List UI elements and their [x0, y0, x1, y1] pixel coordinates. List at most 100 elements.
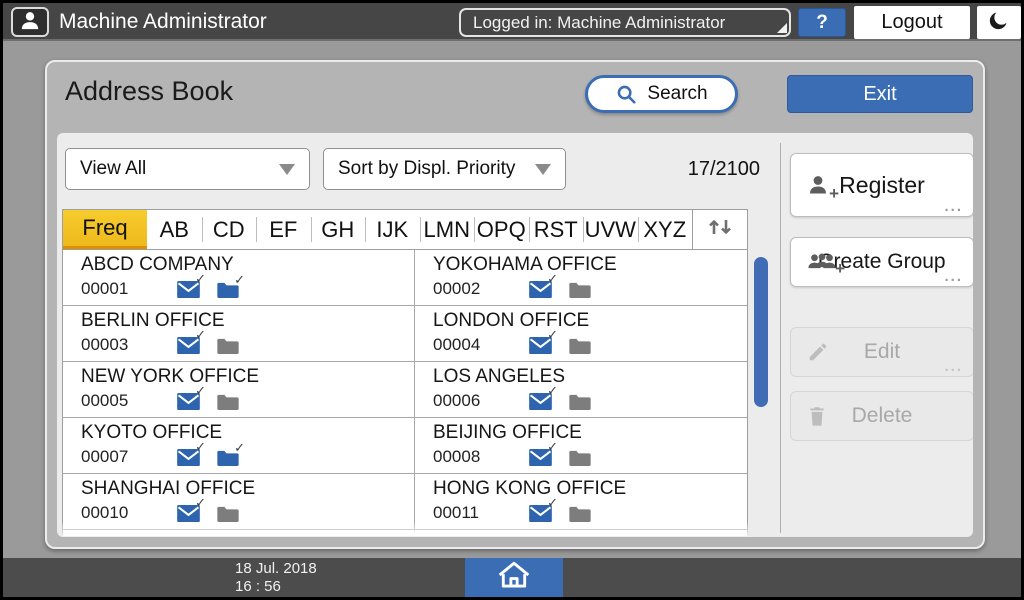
time-text: 16 : 56: [235, 578, 317, 596]
divider: [780, 143, 781, 533]
date-text: 18 Jul. 2018: [235, 560, 317, 578]
search-icon: [615, 83, 637, 105]
address-book-panel: Address Book Search Exit View All Sort b…: [45, 60, 985, 549]
tab-xyz[interactable]: XYZ: [638, 210, 693, 249]
email-icon: ✓: [529, 337, 552, 354]
tab-ijk[interactable]: IJK: [365, 210, 420, 249]
folder-icon: ✓: [217, 282, 239, 298]
user-icon: [19, 10, 41, 35]
email-icon: ✓: [529, 393, 552, 410]
home-button[interactable]: [465, 558, 563, 597]
login-status-label: Logged in: Machine Administrator: [473, 13, 725, 32]
view-filter-dropdown[interactable]: View All: [65, 148, 310, 190]
login-status-selector[interactable]: Logged in: Machine Administrator: [459, 8, 791, 37]
chevron-down-icon: [279, 164, 295, 175]
energy-saver-button[interactable]: [977, 6, 1021, 39]
dropdown-corner-icon: [777, 23, 787, 33]
scrollbar-thumb[interactable]: [754, 257, 768, 407]
tab-cd[interactable]: CD: [202, 210, 257, 249]
trash-icon: [807, 405, 827, 427]
tab-gh[interactable]: GH: [311, 210, 366, 249]
add-user-icon: +: [807, 173, 831, 197]
address-list: ABCD COMPANY 00001 ✓ ✓ YOKOHAMA OFFICE: [62, 249, 748, 537]
list-row: BERLIN OFFICE 00003 ✓ ✓ LONDON OFFICE: [63, 306, 747, 362]
page-title: Machine Administrator: [59, 10, 267, 34]
folder-icon: ✓: [217, 338, 239, 354]
search-button[interactable]: Search: [585, 75, 738, 113]
email-icon: ✓: [529, 449, 552, 466]
email-icon: ✓: [177, 449, 200, 466]
list-row: NEW YORK OFFICE 00005 ✓ ✓ LOS ANGELES: [63, 362, 747, 418]
entry-count: 17/2100: [612, 158, 760, 181]
create-group-button[interactable]: + Create Group ...: [790, 237, 973, 287]
scrollbar-track[interactable]: [752, 251, 772, 535]
tab-opq[interactable]: OPQ: [474, 210, 529, 249]
top-bar: Machine Administrator Logged in: Machine…: [3, 3, 1021, 41]
panel-title: Address Book: [65, 76, 233, 107]
register-button[interactable]: + Register ...: [790, 153, 973, 217]
list-row-partial: Branch 01 ... Branch 02 ...: [63, 530, 747, 537]
address-entry[interactable]: ABCD COMPANY 00001 ✓ ✓: [63, 250, 415, 305]
email-icon: ✓: [529, 281, 552, 298]
email-icon: ✓: [177, 281, 200, 298]
address-entry[interactable]: YOKOHAMA OFFICE 00002 ✓ ✓: [415, 250, 747, 305]
exit-button[interactable]: Exit: [787, 75, 973, 113]
more-indicator: ...: [944, 268, 963, 285]
address-entry[interactable]: SHANGHAI OFFICE 00010 ✓ ✓: [63, 474, 415, 529]
sort-order-dropdown[interactable]: Sort by Displ. Priority: [323, 148, 566, 190]
panel-content: View All Sort by Displ. Priority 17/2100…: [57, 133, 973, 537]
tab-rst[interactable]: RST: [529, 210, 584, 249]
folder-icon: ✓: [217, 506, 239, 522]
logout-button[interactable]: Logout: [854, 6, 970, 39]
folder-icon: ✓: [569, 506, 591, 522]
delete-label: Delete: [852, 404, 913, 428]
address-entry[interactable]: Branch 02 ...: [415, 530, 747, 537]
add-group-icon: +: [807, 252, 837, 272]
address-entry[interactable]: BEIJING OFFICE 00008 ✓ ✓: [415, 418, 747, 473]
chevron-down-icon: [535, 164, 551, 175]
email-icon: ✓: [177, 505, 200, 522]
search-label: Search: [647, 83, 707, 105]
more-indicator: ...: [944, 358, 963, 375]
switch-title-button[interactable]: [692, 210, 747, 249]
moon-icon: [988, 9, 1010, 36]
tab-ef[interactable]: EF: [256, 210, 311, 249]
folder-icon: ✓: [569, 282, 591, 298]
delete-button[interactable]: Delete: [790, 391, 973, 441]
address-entry[interactable]: LONDON OFFICE 00004 ✓ ✓: [415, 306, 747, 361]
email-icon: ✓: [177, 337, 200, 354]
address-entry[interactable]: NEW YORK OFFICE 00005 ✓ ✓: [63, 362, 415, 417]
more-indicator: ...: [944, 198, 963, 215]
folder-icon: ✓: [569, 394, 591, 410]
address-entry[interactable]: HONG KONG OFFICE 00011 ✓ ✓: [415, 474, 747, 529]
edit-label: Edit: [864, 340, 900, 364]
address-entry[interactable]: LOS ANGELES 00006 ✓ ✓: [415, 362, 747, 417]
user-account-button[interactable]: [11, 7, 49, 37]
address-entry[interactable]: Branch 01 ...: [63, 530, 415, 537]
folder-icon: ✓: [569, 338, 591, 354]
tab-freq[interactable]: Freq: [63, 210, 147, 249]
tab-ab[interactable]: AB: [147, 210, 202, 249]
tab-uvw[interactable]: UVW: [583, 210, 638, 249]
datetime: 18 Jul. 2018 16 : 56: [235, 560, 317, 596]
index-tab-bar: Freq AB CD EF GH IJK LMN OPQ RST UVW XYZ: [62, 209, 748, 249]
swap-arrows-icon: [707, 216, 733, 243]
home-icon: [497, 560, 531, 595]
edit-button[interactable]: Edit ...: [790, 327, 973, 377]
view-filter-value: View All: [80, 158, 146, 180]
list-row: KYOTO OFFICE 00007 ✓ ✓ BEIJING OFFICE: [63, 418, 747, 474]
help-button[interactable]: ?: [798, 8, 846, 37]
folder-icon: ✓: [217, 450, 239, 466]
list-row: SHANGHAI OFFICE 00010 ✓ ✓ HONG KONG OFFI…: [63, 474, 747, 530]
device-screen: Machine Administrator Logged in: Machine…: [0, 0, 1024, 600]
register-label: Register: [839, 172, 925, 199]
sort-order-value: Sort by Displ. Priority: [338, 158, 515, 180]
folder-icon: ✓: [569, 450, 591, 466]
address-entry[interactable]: KYOTO OFFICE 00007 ✓ ✓: [63, 418, 415, 473]
email-icon: ✓: [177, 393, 200, 410]
address-entry[interactable]: BERLIN OFFICE 00003 ✓ ✓: [63, 306, 415, 361]
list-row: ABCD COMPANY 00001 ✓ ✓ YOKOHAMA OFFICE: [63, 250, 747, 306]
footer-bar: 18 Jul. 2018 16 : 56: [3, 558, 1021, 597]
email-icon: ✓: [529, 505, 552, 522]
tab-lmn[interactable]: LMN: [420, 210, 475, 249]
